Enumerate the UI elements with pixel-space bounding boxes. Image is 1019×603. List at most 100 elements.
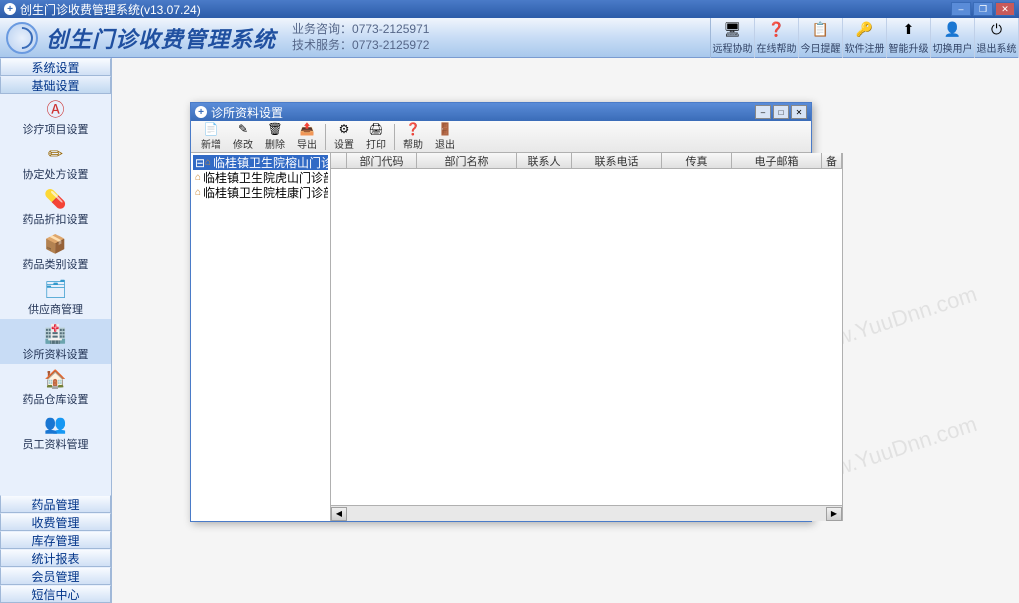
toolbar-icon: ✎ <box>235 122 251 136</box>
toolbar-icon: 🚪 <box>437 122 453 136</box>
sidebar-item[interactable]: 🏥诊所资料设置 <box>0 319 111 364</box>
inner-maximize-button[interactable]: □ <box>773 105 789 119</box>
toolbar-button-导出[interactable]: 📤导出 <box>291 122 323 151</box>
sidebar-item[interactable]: 💊药品折扣设置 <box>0 184 111 229</box>
inner-titlebar: + 诊所资料设置 – □ ✕ <box>191 103 811 121</box>
sidebar-item-label: 供应商管理 <box>28 301 83 317</box>
tree-item[interactable]: ⊟⌂临桂镇卫生院榕山门诊部 <box>193 155 328 170</box>
sidebar-item-label: 诊疗项目设置 <box>23 121 89 137</box>
toolbar-icon: 📄 <box>203 122 219 136</box>
column-header[interactable] <box>331 153 347 168</box>
inner-window: + 诊所资料设置 – □ ✕ 📄新增✎修改🗑删除📤导出⚙设置🖨打印❓帮助🚪退出 … <box>190 102 812 522</box>
contact-line2: 技术服务：0773-2125972 <box>292 38 429 54</box>
header-tool-icon: ⏻ <box>988 21 1006 39</box>
close-button[interactable]: ✕ <box>995 2 1015 16</box>
header-tool-5[interactable]: 👤切换用户 <box>931 18 975 58</box>
outer-titlebar: + 创生门诊收费管理系统(v13.07.24) – ❐ ✕ <box>0 0 1019 18</box>
sidebar-item-icon: ✏ <box>42 143 70 165</box>
header-tool-icon: ⬆ <box>900 21 918 39</box>
header-tool-4[interactable]: ⬆智能升级 <box>887 18 931 58</box>
app-icon: + <box>4 3 16 15</box>
header-tool-0[interactable]: 🖥远程协助 <box>711 18 755 58</box>
sidebar-item-label: 诊所资料设置 <box>23 346 89 362</box>
tree-item[interactable]: ⌂临桂镇卫生院桂康门诊部 <box>193 185 328 200</box>
header-tool-6[interactable]: ⏻退出系统 <box>975 18 1019 58</box>
toolbar-label: 导出 <box>297 136 317 151</box>
toolbar-button-退出[interactable]: 🚪退出 <box>429 122 461 151</box>
toolbar-separator <box>394 124 395 150</box>
toolbar-label: 新增 <box>201 136 221 151</box>
tree-folder-icon: ⌂ <box>195 172 201 184</box>
tree-item-label: 临桂镇卫生院桂康门诊部 <box>203 185 328 200</box>
column-header[interactable]: 联系人 <box>517 153 572 168</box>
column-header[interactable]: 联系电话 <box>572 153 662 168</box>
toolbar-button-打印[interactable]: 🖨打印 <box>360 122 392 151</box>
toolbar-button-修改[interactable]: ✎修改 <box>227 122 259 151</box>
toolbar-button-帮助[interactable]: ❓帮助 <box>397 122 429 151</box>
column-header[interactable]: 部门代码 <box>347 153 417 168</box>
horizontal-scrollbar[interactable]: ◀ ▶ <box>331 505 842 521</box>
toolbar-button-设置[interactable]: ⚙设置 <box>328 122 360 151</box>
sidebar-section[interactable]: 短信中心 <box>0 585 111 603</box>
column-header[interactable]: 电子邮箱 <box>732 153 822 168</box>
contact-info: 业务咨询：0773-2125971 技术服务：0773-2125972 <box>292 22 429 53</box>
sidebar-section[interactable]: 统计报表 <box>0 549 111 567</box>
header-tool-label: 远程协助 <box>713 40 753 55</box>
sidebar-section[interactable]: 药品管理 <box>0 495 111 513</box>
sidebar-item-label: 药品折扣设置 <box>23 211 89 227</box>
header-tool-1[interactable]: ❓在线帮助 <box>755 18 799 58</box>
header-tool-2[interactable]: 📋今日提醒 <box>799 18 843 58</box>
scroll-left-button[interactable]: ◀ <box>331 507 347 521</box>
minimize-button[interactable]: – <box>951 2 971 16</box>
tree-item[interactable]: ⌂临桂镇卫生院虎山门诊部 <box>193 170 328 185</box>
toolbar-button-删除[interactable]: 🗑删除 <box>259 122 291 151</box>
toolbar-icon: 🗑 <box>267 122 283 136</box>
scroll-track[interactable] <box>347 507 826 521</box>
header-tool-3[interactable]: 🔑软件注册 <box>843 18 887 58</box>
sidebar-item-icon: 💊 <box>42 188 70 210</box>
sidebar-item[interactable]: ✏协定处方设置 <box>0 139 111 184</box>
toolbar-label: 帮助 <box>403 136 423 151</box>
sidebar-items-panel: Ⓐ诊疗项目设置✏协定处方设置💊药品折扣设置📦药品类别设置🗂供应商管理🏥诊所资料设… <box>0 94 111 495</box>
sidebar-item-label: 协定处方设置 <box>23 166 89 182</box>
header-tool-icon: ❓ <box>768 21 786 39</box>
toolbar-separator <box>325 124 326 150</box>
sidebar-item-icon: 🏠 <box>42 368 70 390</box>
tree-pane[interactable]: ⊟⌂临桂镇卫生院榕山门诊部⌂临桂镇卫生院虎山门诊部⌂临桂镇卫生院桂康门诊部 <box>191 153 331 521</box>
inner-toolbar: 📄新增✎修改🗑删除📤导出⚙设置🖨打印❓帮助🚪退出 <box>191 121 811 153</box>
sidebar-section[interactable]: 系统设置 <box>0 58 111 76</box>
sidebar-item[interactable]: 📦药品类别设置 <box>0 229 111 274</box>
sidebar-item[interactable]: 🏠药品仓库设置 <box>0 364 111 409</box>
toolbar-icon: ❓ <box>405 122 421 136</box>
toolbar-button-新增[interactable]: 📄新增 <box>195 122 227 151</box>
toolbar-label: 退出 <box>435 136 455 151</box>
header-tool-icon: 🔑 <box>856 21 874 39</box>
column-header[interactable]: 传真 <box>662 153 732 168</box>
scroll-right-button[interactable]: ▶ <box>826 507 842 521</box>
column-header[interactable]: 部门名称 <box>417 153 517 168</box>
logo-icon <box>6 22 38 54</box>
inner-minimize-button[interactable]: – <box>755 105 771 119</box>
inner-close-button[interactable]: ✕ <box>791 105 807 119</box>
sidebar-section[interactable]: 收费管理 <box>0 513 111 531</box>
sidebar-item-label: 员工资料管理 <box>23 436 89 452</box>
sidebar-item[interactable]: 👥员工资料管理 <box>0 409 111 454</box>
header-tool-label: 在线帮助 <box>757 40 797 55</box>
sidebar-section[interactable]: 库存管理 <box>0 531 111 549</box>
sidebar-section[interactable]: 会员管理 <box>0 567 111 585</box>
sidebar-item[interactable]: Ⓐ诊疗项目设置 <box>0 94 111 139</box>
workspace: www.YuuDnn.com www.YuuDnn.com www.YuuDnn… <box>112 58 1019 603</box>
column-header[interactable]: 备 <box>822 153 842 168</box>
sidebar-item[interactable]: 🗂供应商管理 <box>0 274 111 319</box>
header-tool-label: 退出系统 <box>977 40 1017 55</box>
sidebar-item-icon: 🗂 <box>42 278 70 300</box>
tree-folder-icon: ⌂ <box>195 187 201 199</box>
grid-body[interactable] <box>331 169 842 505</box>
sidebar-section[interactable]: 基础设置 <box>0 76 111 94</box>
sidebar-item-icon: Ⓐ <box>42 98 70 120</box>
header-tool-icon: 📋 <box>812 21 830 39</box>
header-tool-label: 切换用户 <box>933 40 973 55</box>
header-tool-icon: 👤 <box>944 21 962 39</box>
maximize-button[interactable]: ❐ <box>973 2 993 16</box>
toolbar-icon: ⚙ <box>336 122 352 136</box>
